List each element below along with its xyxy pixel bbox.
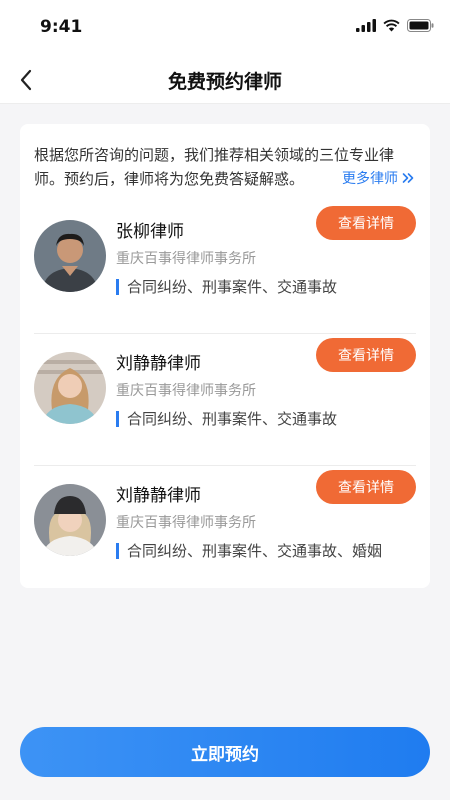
view-details-button[interactable]: 查看详情 [316,206,416,240]
view-details-button[interactable]: 查看详情 [316,470,416,504]
status-time: 9:41 [40,17,83,37]
view-details-button[interactable]: 查看详情 [316,338,416,372]
page-title: 免费预约律师 [167,71,282,93]
lawyer-tags: 合同纠纷、刑事案件、交通事故 [116,411,337,427]
lawyer-tags: 合同纠纷、刑事案件、交通事故、婚姻 [116,543,382,559]
avatar [34,484,106,556]
lawyer-tags: 合同纠纷、刑事案件、交通事故 [116,279,337,295]
avatar [34,220,106,292]
lawyer-card: 根据您所咨询的问题，我们推荐相关领域的三位专业律师。预约后，律师将为您免费答疑解… [20,124,430,588]
book-now-button[interactable]: 立即预约 [20,727,430,777]
wifi-icon [383,19,400,32]
double-chevron-right-icon [402,173,414,183]
nav-bar: 免费预约律师 [0,56,450,104]
signal-icon [356,19,376,32]
lawyer-name: 张柳律师 [116,222,184,242]
lawyer-item: 刘静静律师 重庆百事得律师事务所 合同纠纷、刑事案件、交通事故、婚姻 查看详情 [34,466,416,598]
lawyer-firm: 重庆百事得律师事务所 [116,383,256,399]
battery-icon [407,19,434,32]
lawyer-firm: 重庆百事得律师事务所 [116,515,256,531]
lawyer-firm: 重庆百事得律师事务所 [116,251,256,267]
lawyer-item: 张柳律师 重庆百事得律师事务所 合同纠纷、刑事案件、交通事故 查看详情 [34,202,416,334]
lawyer-item: 刘静静律师 重庆百事得律师事务所 合同纠纷、刑事案件、交通事故 查看详情 [34,334,416,466]
avatar [34,352,106,424]
more-lawyers-label: 更多律师 [342,171,398,187]
status-icons [356,19,434,32]
status-bar: 9:41 [0,0,450,56]
lawyer-name: 刘静静律师 [116,486,201,506]
more-lawyers-link[interactable]: 更多律师 [342,168,414,188]
lawyer-name: 刘静静律师 [116,354,201,374]
